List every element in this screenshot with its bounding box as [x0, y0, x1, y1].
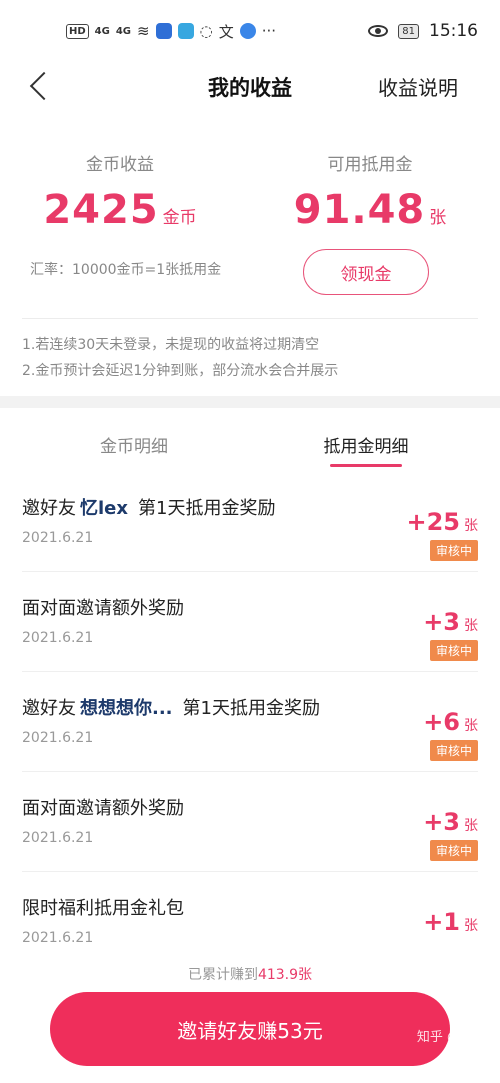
vouchers-value-row: 91.48 张: [290, 187, 450, 233]
record-title: 邀好友 想想想你... 第1天抵用金奖励: [22, 694, 320, 720]
amount-value: +25: [406, 508, 460, 536]
clock: 15:16: [429, 21, 478, 41]
invite-friends-button[interactable]: 邀请好友赚53元: [50, 992, 450, 1066]
record-date: 2021.6.21: [22, 730, 94, 746]
amount-unit: 张: [464, 818, 478, 834]
battery-icon: 81: [398, 23, 419, 39]
wifi-icon: ≋: [137, 22, 150, 40]
amount-unit: 张: [464, 518, 478, 534]
coins-label: 金币收益: [86, 155, 154, 175]
coins-unit: 金币: [162, 208, 197, 228]
active-tab-indicator: [330, 464, 402, 467]
app-notification-icon: [155, 23, 172, 39]
signal-icon: 4G: [94, 25, 110, 37]
section-separator: [0, 396, 500, 408]
record-title: 面对面邀请额外奖励: [22, 598, 184, 619]
record-prefix: 邀好友: [22, 498, 76, 519]
coins-value: 2425: [43, 187, 159, 233]
record-date: 2021.6.21: [22, 930, 94, 946]
app-notification-icon-3: [239, 23, 256, 39]
divider: [22, 318, 478, 319]
notice-line: 2.金币预计会延迟1分钟到账，部分流水会合并展示: [22, 363, 339, 379]
record-description: 第1天抵用金奖励: [138, 498, 276, 519]
list-item: 面对面邀请额外奖励 2021.6.21 +3 张 审核中: [22, 572, 478, 672]
record-amount: +1 张: [423, 908, 478, 936]
amount-value: +3: [423, 608, 460, 636]
hd-indicator: HD: [66, 23, 89, 39]
tab-voucher-details[interactable]: 抵用金明细: [296, 432, 436, 457]
record-prefix: 邀好友: [22, 698, 76, 719]
vouchers-label: 可用抵用金: [327, 155, 413, 175]
earnings-explanation-link[interactable]: 收益说明: [378, 72, 458, 101]
amount-value: +1: [423, 908, 460, 936]
signal-icon-2: 4G: [115, 25, 132, 37]
voucher-record-list: 邀好友 忆lex 第1天抵用金奖励 2021.6.21 +25 张 审核中 面对面邀请…: [0, 472, 500, 972]
vouchers-value: 91.48: [293, 187, 426, 233]
status-left: HD 4G 4G ≋ ◌ 文 ···: [66, 21, 276, 42]
record-amount: +3 张: [423, 608, 478, 636]
app-notification-icon-2: [177, 23, 194, 39]
status-bar: HD 4G 4G ≋ ◌ 文 ··· 81 15:16: [0, 0, 500, 62]
vouchers-summary: 可用抵用金 91.48 张: [290, 150, 450, 233]
record-amount: +6 张: [423, 708, 478, 736]
record-title: 面对面邀请额外奖励: [22, 798, 184, 819]
record-date: 2021.6.21: [22, 830, 94, 846]
amount-unit: 张: [464, 918, 478, 934]
status-badge: 审核中: [429, 840, 478, 861]
total-earned-label: 已累计赚到: [187, 967, 258, 983]
total-earned-value: 413.9张: [257, 967, 313, 983]
status-right: 81 15:16: [368, 21, 478, 41]
withdraw-cash-button[interactable]: 领现金: [303, 249, 429, 295]
exchange-rate: 汇率：10000金币=1张抵用金: [30, 262, 222, 278]
total-earned: 已累计赚到413.9张: [0, 964, 500, 984]
eye-comfort-icon: [368, 25, 389, 37]
amount-unit: 张: [464, 718, 478, 734]
amount-unit: 张: [464, 618, 478, 634]
list-item: 面对面邀请额外奖励 2021.6.21 +3 张 审核中: [22, 772, 478, 872]
app-header: 我的收益 收益说明: [0, 62, 500, 110]
coins-summary: 金币收益 2425 金币: [40, 150, 200, 233]
record-title: 邀好友 忆lex 第1天抵用金奖励: [22, 494, 275, 520]
list-item: 邀好友 想想想你... 第1天抵用金奖励 2021.6.21 +6 张 审核中: [22, 672, 478, 772]
vouchers-unit: 张: [429, 208, 447, 228]
record-amount: +25 张: [406, 508, 478, 536]
notice-line: 1.若连续30天未登录，未提现的收益将过期清空: [22, 337, 320, 353]
record-date: 2021.6.21: [22, 530, 94, 546]
watermark: 知乎 @再说: [416, 1030, 486, 1045]
status-badge: 审核中: [429, 640, 478, 661]
friend-name[interactable]: 忆lex: [80, 498, 128, 519]
chat-icon: ◌: [199, 22, 213, 40]
footer: 已累计赚到413.9张 邀请好友赚53元 知乎 @再说: [0, 950, 500, 1083]
amount-value: +3: [423, 808, 460, 836]
record-date: 2021.6.21: [22, 630, 94, 646]
amount-value: +6: [423, 708, 460, 736]
tab-coin-details[interactable]: 金币明细: [64, 432, 204, 457]
detail-tabs: 金币明细 抵用金明细: [0, 408, 500, 472]
more-notifications-icon: ···: [261, 22, 277, 40]
friend-name[interactable]: 想想想你...: [80, 698, 173, 719]
record-amount: +3 张: [423, 808, 478, 836]
status-badge: 审核中: [429, 740, 478, 761]
translate-icon: 文: [218, 22, 234, 41]
list-item: 邀好友 忆lex 第1天抵用金奖励 2021.6.21 +25 张 审核中: [22, 472, 478, 572]
record-description: 第1天抵用金奖励: [182, 698, 320, 719]
record-title: 限时福利抵用金礼包: [22, 898, 184, 919]
status-badge: 审核中: [429, 540, 478, 561]
coins-value-row: 2425 金币: [40, 187, 200, 233]
